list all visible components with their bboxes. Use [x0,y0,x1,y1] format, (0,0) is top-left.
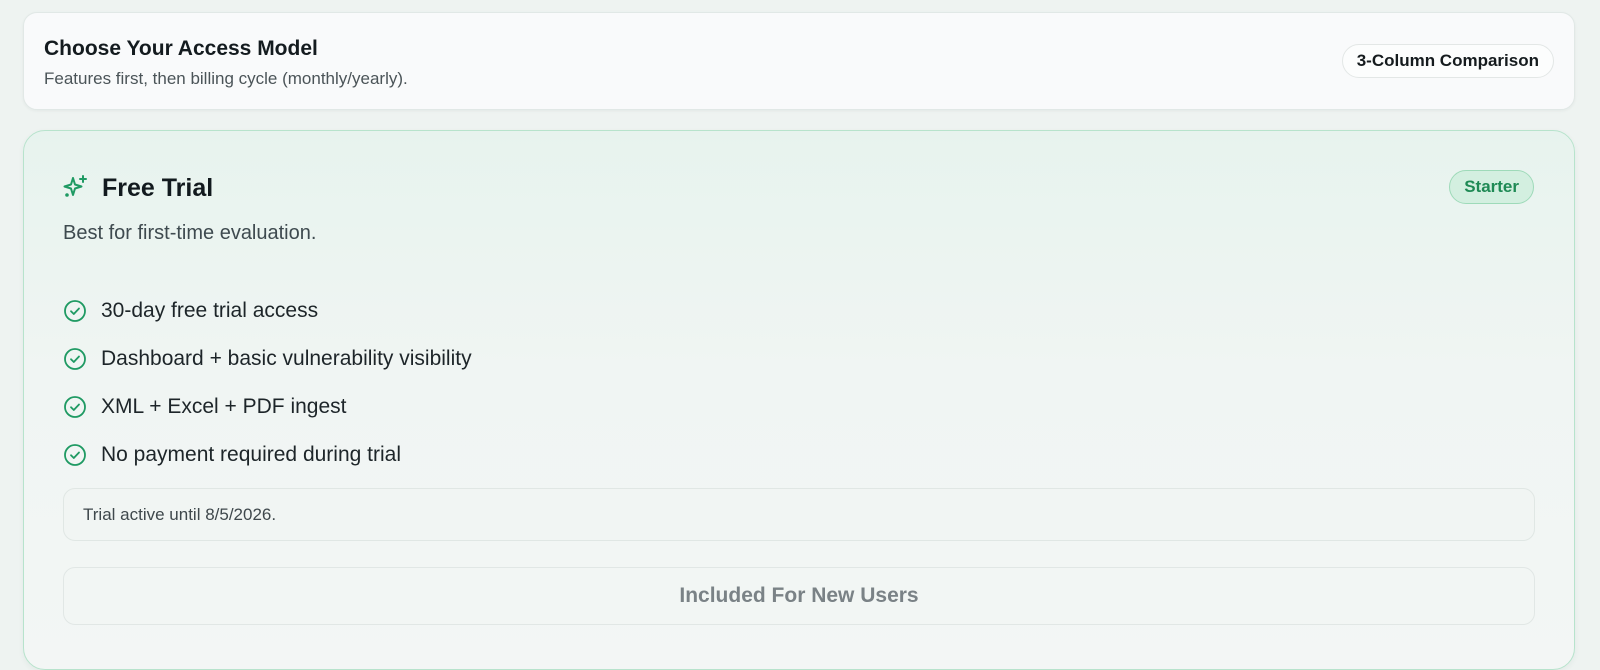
feature-item: XML + Excel + PDF ingest [63,383,472,431]
check-circle-icon [63,395,87,419]
trial-status-note: Trial active until 8/5/2026. [63,488,1535,541]
plan-tier-badge: Starter [1449,170,1534,204]
feature-text: 30-day free trial access [101,299,319,322]
comparison-toggle-button[interactable]: 3-Column Comparison [1341,44,1554,78]
feature-text: Dashboard + basic vulnerability visibili… [101,347,472,370]
plan-cta-button[interactable]: Included For New Users [63,567,1535,625]
check-circle-icon [63,299,87,323]
feature-item: No payment required during trial [63,431,472,479]
plan-description: Best for first-time evaluation. [63,222,317,244]
access-model-header: Choose Your Access Model Features first,… [23,12,1575,110]
page-subtitle: Features first, then billing cycle (mont… [44,69,408,88]
check-circle-icon [63,347,87,371]
check-circle-icon [63,443,87,467]
sparkles-icon [62,173,90,201]
feature-text: XML + Excel + PDF ingest [101,395,347,418]
feature-item: Dashboard + basic vulnerability visibili… [63,335,472,383]
feature-list: 30-day free trial access Dashboard + bas… [63,287,472,479]
page-title: Choose Your Access Model [44,37,318,60]
feature-text: No payment required during trial [101,443,401,466]
feature-item: 30-day free trial access [63,287,472,335]
plan-card-free-trial: Free Trial Starter Best for first-time e… [23,130,1575,670]
plan-title: Free Trial [102,174,214,202]
